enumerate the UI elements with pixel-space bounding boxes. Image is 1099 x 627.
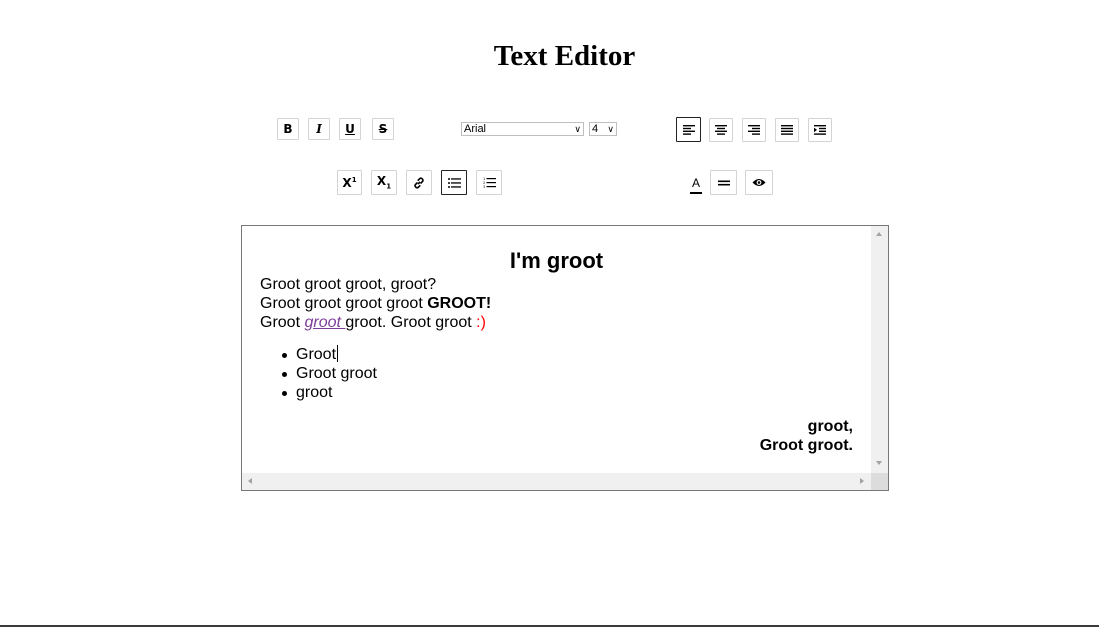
align-center-button[interactable] <box>709 118 733 142</box>
align-left-button[interactable] <box>676 117 701 142</box>
list-item-text: groot <box>296 384 333 401</box>
bold-text: GROOT! <box>427 295 492 312</box>
superscript-button[interactable]: X1 <box>337 170 362 195</box>
italic-button[interactable]: I <box>308 118 330 140</box>
bullet-list-icon <box>447 177 461 188</box>
horizontal-scrollbar[interactable] <box>242 473 871 490</box>
chevron-down-icon: ∨ <box>607 123 614 134</box>
scroll-left-arrow-icon[interactable] <box>248 478 252 484</box>
strikethrough-icon: S <box>378 122 388 136</box>
underline-button[interactable]: U <box>339 118 361 140</box>
scroll-down-arrow-icon[interactable] <box>876 461 882 465</box>
editor-content[interactable]: I'm groot Groot groot groot, groot? Groo… <box>242 226 871 473</box>
editor-paragraph: Groot groot groot, groot? <box>260 276 437 293</box>
font-color-label: A <box>691 176 700 190</box>
unordered-list-button[interactable] <box>441 170 467 195</box>
align-center-icon <box>715 125 727 135</box>
font-color-swatch <box>690 192 702 194</box>
indent-icon <box>814 125 826 135</box>
bullet-list: Groot Groot groot groot <box>278 345 377 402</box>
align-right-icon <box>748 125 760 135</box>
scroll-right-arrow-icon[interactable] <box>860 478 864 484</box>
editor-link[interactable]: groot <box>304 314 345 331</box>
font-family-select[interactable]: Arial ∨ <box>461 122 584 136</box>
plain-text: groot. Groot groot <box>345 314 477 331</box>
horizontal-rule-icon <box>717 180 730 185</box>
subscript-icon: X1 <box>376 174 392 191</box>
list-item-text: Groot <box>296 346 337 363</box>
list-item-text: Groot groot <box>296 365 377 382</box>
svg-text:3: 3 <box>483 185 485 188</box>
page-title: Text Editor <box>493 40 636 72</box>
font-family-value: Arial <box>464 123 487 135</box>
list-item: Groot <box>278 345 377 364</box>
editor-paragraph: Groot groot groot groot GROOT! <box>260 294 491 313</box>
font-color-button[interactable]: A <box>688 172 704 196</box>
list-item: Groot groot <box>278 364 377 383</box>
subscript-button[interactable]: X1 <box>371 170 397 195</box>
horizontal-rule-button[interactable] <box>710 170 737 195</box>
link-button[interactable] <box>406 170 432 195</box>
strikethrough-button[interactable]: S <box>372 118 394 140</box>
editor-area[interactable]: I'm groot Groot groot groot, groot? Groo… <box>241 225 889 491</box>
signature-line: groot, <box>807 418 853 435</box>
link-icon <box>414 177 424 188</box>
underline-icon: U <box>345 122 355 136</box>
font-size-select[interactable]: 4 ∨ <box>589 122 617 136</box>
vertical-scrollbar[interactable] <box>871 226 888 473</box>
align-justify-icon <box>781 125 793 135</box>
bold-icon: B <box>283 122 293 136</box>
align-justify-button[interactable] <box>775 118 799 142</box>
scrollbar-corner <box>871 473 888 490</box>
bold-button[interactable]: B <box>277 118 299 140</box>
font-size-value: 4 <box>592 123 599 135</box>
plain-text: Groot groot groot groot <box>260 295 428 312</box>
chevron-down-icon: ∨ <box>574 123 581 134</box>
ordered-list-button[interactable]: 1 2 3 <box>476 170 502 195</box>
preview-button[interactable] <box>745 170 773 195</box>
align-left-icon <box>682 124 695 135</box>
red-text: :) <box>476 314 486 331</box>
indent-button[interactable] <box>808 118 832 142</box>
editor-heading: I'm groot <box>242 248 871 274</box>
eye-icon <box>752 179 766 186</box>
plain-text: Groot <box>260 314 305 331</box>
signature-line: Groot groot. <box>759 437 853 454</box>
italic-icon: I <box>316 122 322 136</box>
superscript-icon: X1 <box>342 175 357 190</box>
editor-paragraph: Groot groot groot. Groot groot :) <box>260 313 486 332</box>
numbered-list-icon: 1 2 3 <box>483 177 496 188</box>
text-caret <box>337 345 339 362</box>
align-right-button[interactable] <box>742 118 766 142</box>
scroll-up-arrow-icon[interactable] <box>876 232 882 236</box>
editor-heading-text: I'm groot <box>509 248 604 273</box>
list-item: groot <box>278 383 377 402</box>
